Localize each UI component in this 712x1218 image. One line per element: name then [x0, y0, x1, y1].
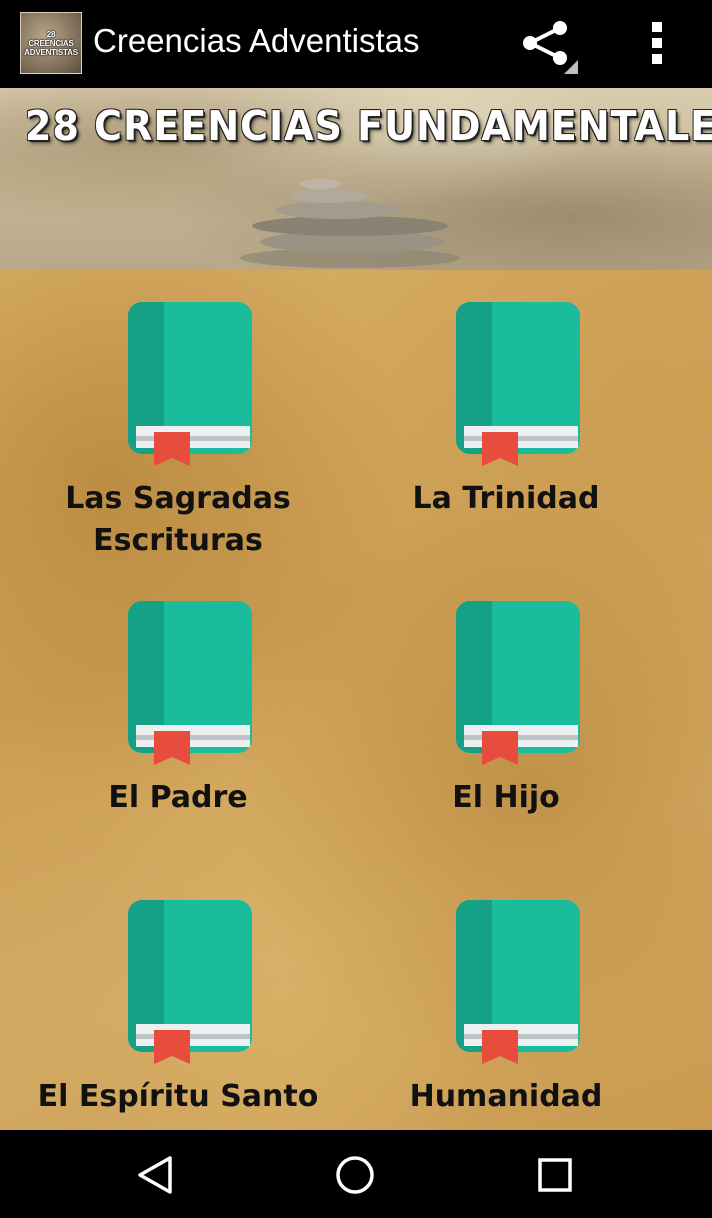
belief-item[interactable]: La Trinidad	[328, 270, 684, 569]
book-icon	[456, 601, 580, 765]
share-icon[interactable]	[518, 18, 580, 76]
app-title: Creencias Adventistas	[93, 22, 420, 59]
item-label: El Hijo	[452, 780, 560, 815]
item-label: Las Sagradas Escrituras	[65, 481, 291, 558]
item-label: La Trinidad	[412, 481, 600, 516]
book-icon	[456, 302, 580, 466]
item-label: Humanidad	[409, 1079, 603, 1114]
book-icon	[128, 302, 252, 466]
header-banner: 28 CREENCIAS FUNDAMENTALES	[0, 88, 712, 270]
belief-item[interactable]: El Espíritu Santo	[0, 868, 356, 1130]
book-icon	[128, 601, 252, 765]
app-logo[interactable]: 28 CREENCIAS ADVENTISTAS	[20, 12, 82, 74]
home-icon[interactable]	[332, 1152, 378, 1198]
recents-icon[interactable]	[532, 1152, 578, 1198]
app-logo-line-1: 28	[46, 29, 56, 39]
item-label: El Espíritu Santo	[37, 1079, 319, 1114]
belief-item[interactable]: Humanidad	[328, 868, 684, 1130]
overflow-menu-icon[interactable]	[640, 18, 676, 68]
action-bar: 28 CREENCIAS ADVENTISTAS Creencias Adven…	[0, 0, 712, 88]
app-logo-line-3: ADVENTISTAS	[24, 47, 78, 57]
belief-item[interactable]: El Hijo	[328, 569, 684, 868]
back-icon[interactable]	[132, 1152, 178, 1198]
item-label: El Padre	[108, 780, 248, 815]
banner-title: 28 CREENCIAS FUNDAMENTALES	[24, 102, 712, 150]
stones-image	[240, 179, 460, 268]
navigation-bar	[0, 1130, 712, 1218]
book-icon	[128, 900, 252, 1064]
app-logo-line-2: CREENCIAS	[28, 38, 74, 48]
belief-item[interactable]: El Padre	[0, 569, 356, 868]
book-icon	[456, 900, 580, 1064]
beliefs-grid: Las Sagradas Escrituras La Trinidad El P…	[0, 270, 712, 1130]
belief-item[interactable]: Las Sagradas Escrituras	[0, 270, 356, 569]
